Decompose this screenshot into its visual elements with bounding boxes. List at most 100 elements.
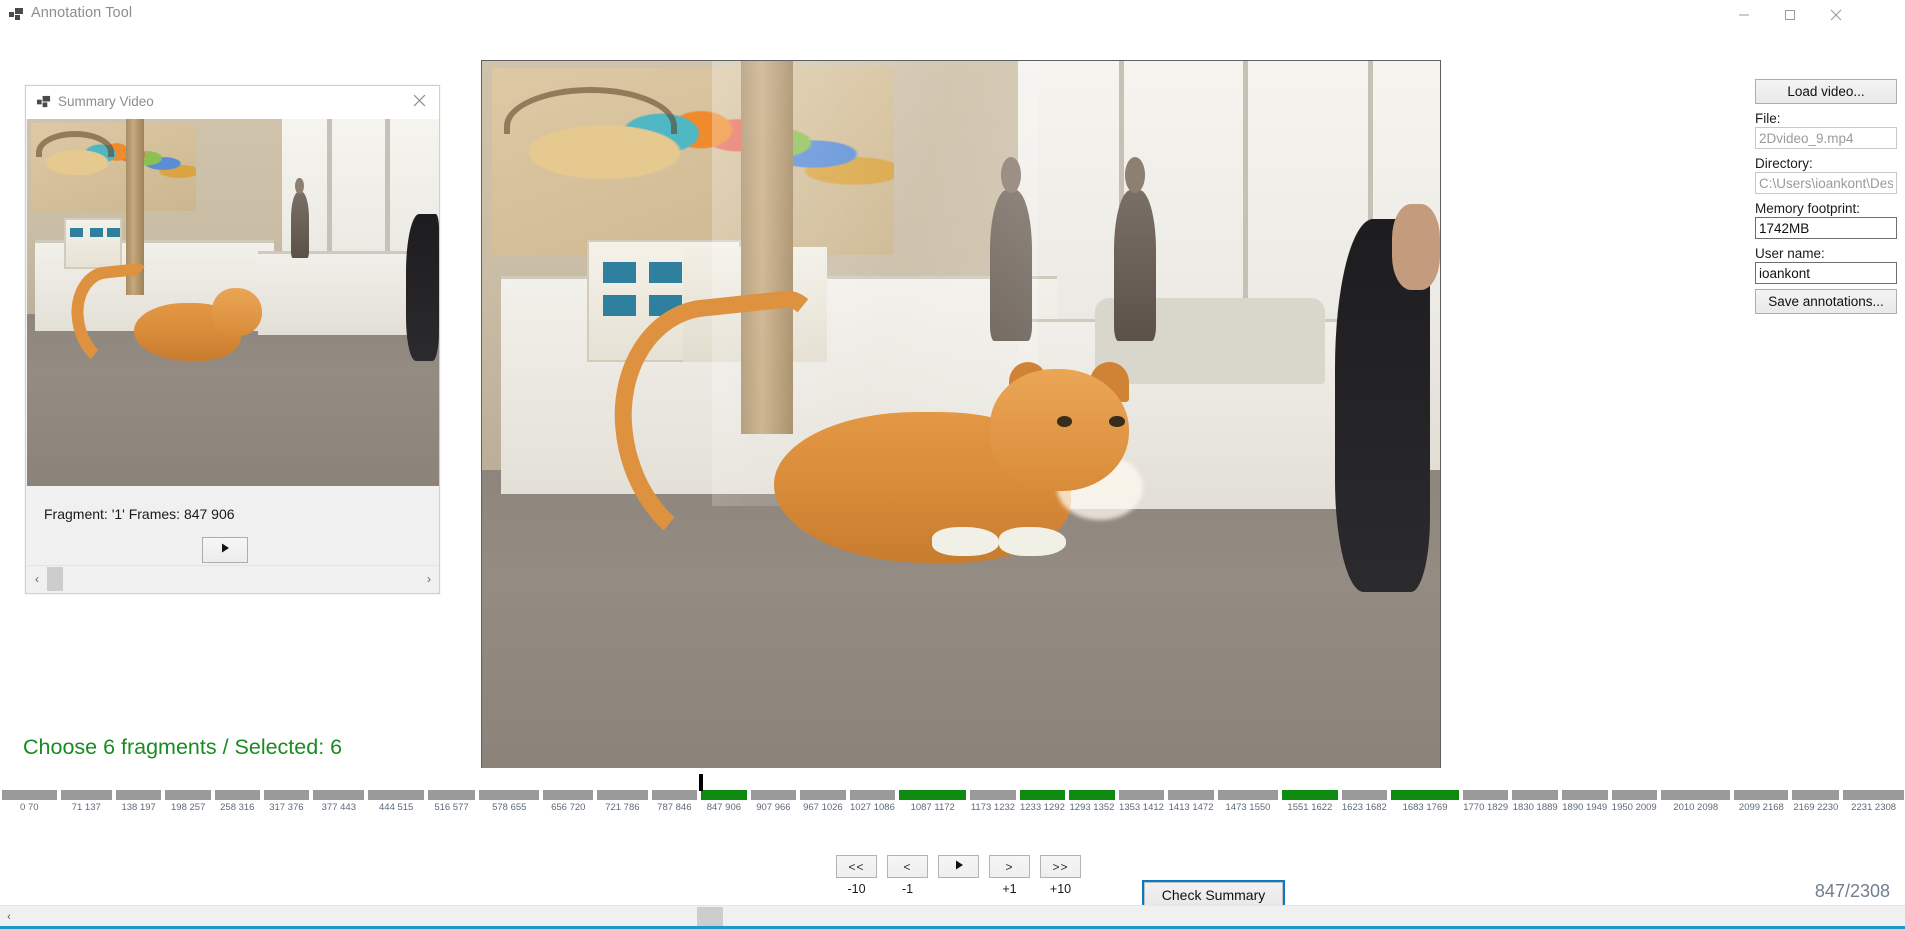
fragment-segment[interactable] <box>1217 790 1279 800</box>
cat-eye <box>1109 415 1125 427</box>
fragment-segment[interactable] <box>701 790 747 800</box>
summary-video-thumbnail[interactable] <box>27 119 439 486</box>
user-name-field[interactable] <box>1755 262 1897 284</box>
fragment-segment[interactable] <box>479 790 540 800</box>
fragment-segment-label: 1087 1172 <box>910 802 955 813</box>
fragment-segment[interactable] <box>970 790 1016 800</box>
annotation-tool-window: Annotation Tool Summary Video Fragment: … <box>0 0 1905 929</box>
step-back-1-label: -1 <box>901 882 914 896</box>
thumb-scene-mural-arc <box>36 131 114 157</box>
step-forward-1-button[interactable]: > <box>989 855 1030 878</box>
fragment-segment[interactable] <box>1069 790 1115 800</box>
fragment-segment[interactable] <box>597 790 648 800</box>
fragment-segment-label: 1683 1769 <box>1402 802 1448 813</box>
thumb-scene-person <box>290 177 309 259</box>
summary-dialog-close-button[interactable] <box>399 86 439 119</box>
fragment-segment[interactable] <box>368 790 424 800</box>
fragment-segment[interactable] <box>313 790 365 800</box>
fragment-segment-label: 967 1026 <box>803 802 843 813</box>
fragment-segment[interactable] <box>1792 790 1840 800</box>
step-back-icon: < <box>903 859 912 874</box>
fragment-segment[interactable] <box>1661 790 1731 800</box>
fragment-segment[interactable] <box>849 790 896 800</box>
step-back-1-button[interactable]: < <box>887 855 928 878</box>
memory-footprint-field[interactable] <box>1755 217 1897 239</box>
fragment-segment[interactable] <box>2 790 57 800</box>
fragment-segment[interactable] <box>750 790 797 800</box>
memory-footprint-label: Memory footprint: <box>1755 201 1861 216</box>
summary-dialog-scrollbar[interactable]: ‹ › <box>27 565 439 592</box>
fragment-segment-label: 787 846 <box>657 802 692 813</box>
fragment-segment[interactable] <box>1282 790 1338 800</box>
fragment-segment[interactable] <box>1561 790 1608 800</box>
fragment-segment-label: 1623 1682 <box>1341 802 1387 813</box>
fragment-segment[interactable] <box>1734 790 1789 800</box>
fragment-segment[interactable] <box>115 790 162 800</box>
fragment-segment[interactable] <box>1611 790 1658 800</box>
chevron-right-icon[interactable]: › <box>419 566 439 592</box>
check-summary-button[interactable]: Check Summary <box>1142 880 1285 909</box>
fragment-segment[interactable] <box>651 790 698 800</box>
fragment-segment-label: 847 906 <box>706 802 742 813</box>
load-video-button[interactable]: Load video... <box>1755 79 1897 104</box>
summary-video-dialog: Summary Video Fragment: '1' Frames: 847 … <box>25 85 440 594</box>
fragment-timeline[interactable]: 0 70 71 137 138 197 198 257 258 316 317 376 37… <box>0 768 1905 824</box>
fragment-segment[interactable] <box>427 790 476 800</box>
minimize-button[interactable] <box>1721 0 1767 29</box>
fragment-segment[interactable] <box>263 790 310 800</box>
fragment-segment-label: 1473 1550 <box>1225 802 1271 813</box>
fragment-segment[interactable] <box>1341 790 1388 800</box>
cat-paw <box>932 527 1000 556</box>
fragment-segment[interactable] <box>1462 790 1509 800</box>
fragment-segment-label: 1551 1622 <box>1287 802 1333 813</box>
directory-field[interactable] <box>1755 172 1897 194</box>
fragment-segment[interactable] <box>1019 790 1066 800</box>
fragment-segment[interactable] <box>214 790 260 800</box>
fragment-segment[interactable] <box>1118 790 1165 800</box>
fragment-segment-label: 1233 1292 <box>1019 802 1065 813</box>
fragment-segment[interactable] <box>1843 790 1904 800</box>
file-field[interactable] <box>1755 127 1897 149</box>
close-icon <box>413 94 426 112</box>
fragment-segments[interactable] <box>0 790 1905 800</box>
fragment-segment-label: 1770 1829 <box>1463 802 1509 813</box>
file-label: File: <box>1755 111 1781 126</box>
timeline-playhead[interactable] <box>699 774 704 791</box>
fragment-segment[interactable] <box>543 790 594 800</box>
maximize-button[interactable] <box>1767 0 1813 29</box>
cat-paw <box>999 527 1067 556</box>
fragment-segment[interactable] <box>899 790 967 800</box>
user-name-label: User name: <box>1755 246 1825 261</box>
fragment-segment[interactable] <box>1168 790 1214 800</box>
video-scene-person-arm <box>1392 204 1440 291</box>
skip-forward-icon: >> <box>1052 859 1069 874</box>
skip-back-10-button[interactable]: << <box>836 855 877 878</box>
fragment-segment-label: 444 515 <box>379 802 414 813</box>
chevron-left-icon[interactable]: ‹ <box>27 566 47 592</box>
directory-label: Directory: <box>1755 156 1813 171</box>
fragment-segment[interactable] <box>800 790 846 800</box>
fragment-segment-label: 2231 2308 <box>1851 802 1897 813</box>
save-annotations-button[interactable]: Save annotations... <box>1755 289 1897 314</box>
video-scene-mural-arc <box>503 86 677 134</box>
main-horizontal-scrollbar[interactable]: ‹ <box>0 905 1905 929</box>
play-button[interactable] <box>938 855 979 878</box>
fragment-segment-label: 317 376 <box>269 802 304 813</box>
window-titlebar: Annotation Tool <box>0 0 1905 30</box>
fragment-segment-label: 1293 1352 <box>1069 802 1115 813</box>
fragment-segment[interactable] <box>165 790 211 800</box>
scrollbar-thumb[interactable] <box>47 567 63 591</box>
fragment-segment[interactable] <box>60 790 112 800</box>
cat-head <box>989 369 1129 492</box>
fragment-segment-label: 656 720 <box>551 802 586 813</box>
skip-forward-10-button[interactable]: >> <box>1040 855 1081 878</box>
summary-play-button[interactable] <box>202 537 248 563</box>
fragment-segment[interactable] <box>1391 790 1459 800</box>
fragment-segment[interactable] <box>1512 790 1558 800</box>
fragment-segment-label: 1413 1472 <box>1168 802 1214 813</box>
video-preview[interactable] <box>481 60 1441 779</box>
chevron-left-icon[interactable]: ‹ <box>0 906 18 927</box>
fragment-segment-label: 138 197 <box>121 802 156 813</box>
scrollbar-thumb[interactable] <box>697 907 723 926</box>
close-button[interactable] <box>1813 0 1859 29</box>
